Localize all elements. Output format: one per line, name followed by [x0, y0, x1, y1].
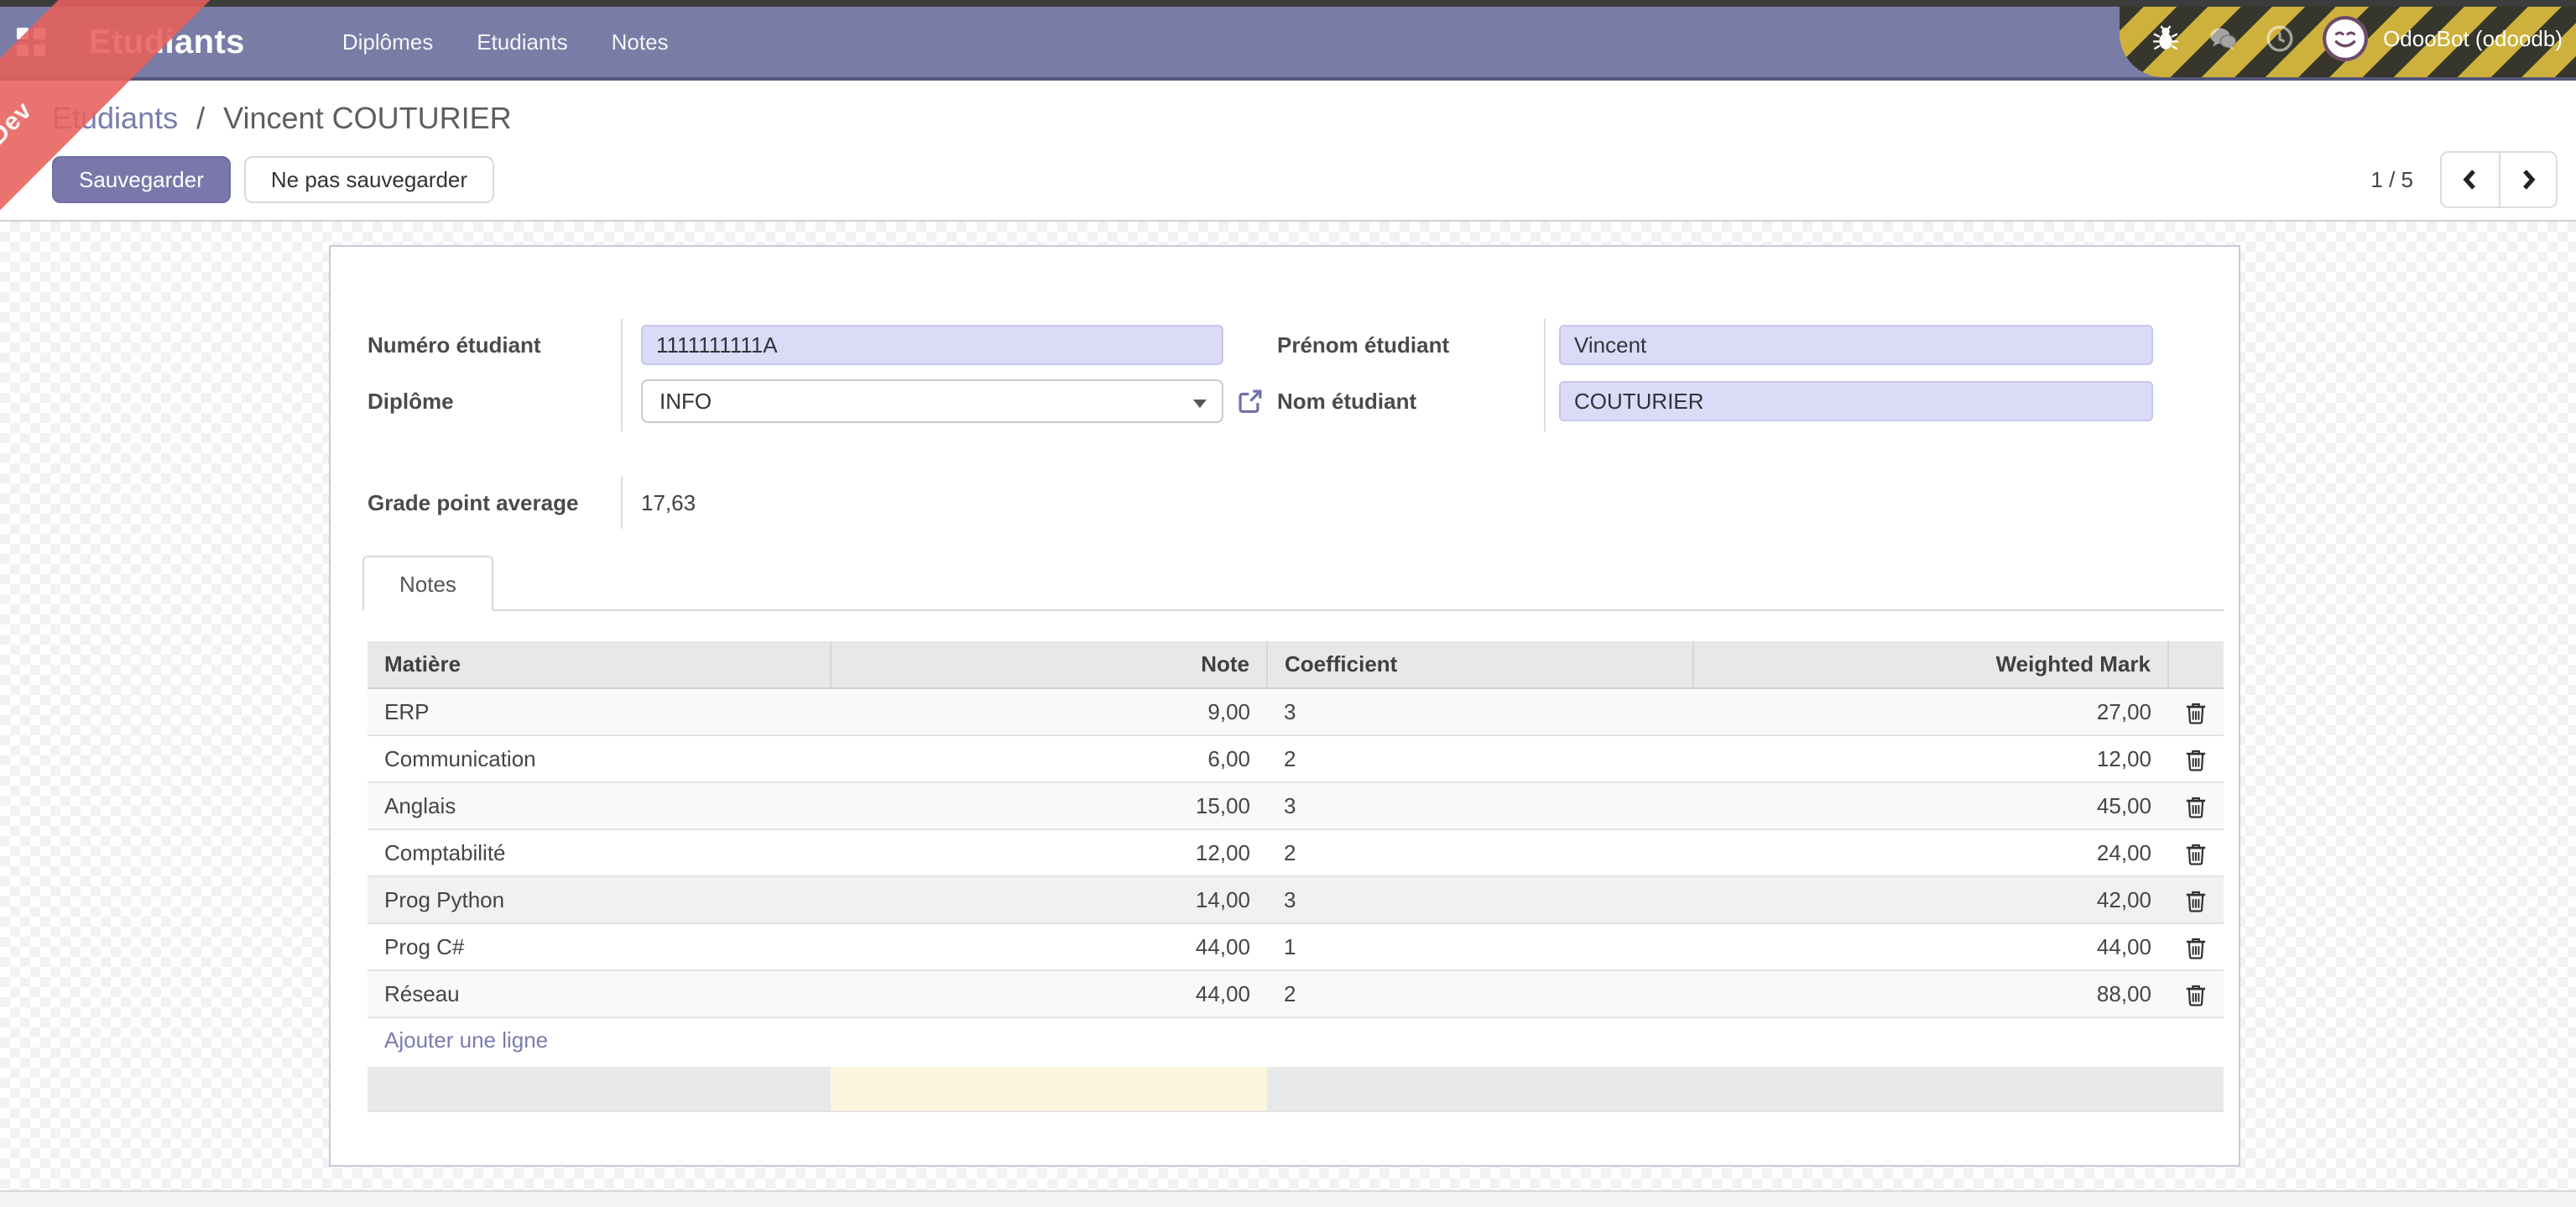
prenom-etudiant-label: Prénom étudiant — [1277, 332, 1450, 358]
cell-matiere[interactable]: Comptabilité — [368, 829, 831, 877]
cell-weighted-mark: 24,00 — [1693, 829, 2168, 877]
cell-note[interactable]: 44,00 — [831, 923, 1267, 971]
table-row: Prog C# 44,00 1 44,00 — [368, 923, 2224, 971]
breadcrumb-current: Vincent COUTURIER — [223, 101, 512, 135]
cell-weighted-mark: 42,00 — [1693, 876, 2168, 924]
cell-note[interactable]: 12,00 — [831, 829, 1267, 877]
bug-icon[interactable] — [2151, 24, 2180, 53]
nom-etudiant-label: Nom étudiant — [1277, 388, 1417, 414]
trash-icon[interactable] — [2185, 702, 2207, 725]
cell-coefficient[interactable]: 3 — [1267, 688, 1693, 736]
gpa-value: 17,63 — [621, 477, 2224, 529]
cell-weighted-mark: 88,00 — [1693, 970, 2168, 1018]
notebook-tabs: Notes — [362, 556, 2224, 611]
column-header-matiere[interactable]: Matière — [368, 641, 832, 689]
nav-item-etudiants[interactable]: Etudiants — [477, 29, 567, 55]
add-line-link[interactable]: Ajouter une ligne — [368, 1017, 2224, 1064]
column-header-actions — [2168, 641, 2224, 689]
user-menu[interactable]: OdooBot (odoodb) — [2383, 26, 2563, 52]
column-header-coefficient[interactable]: Coefficient — [1267, 641, 1694, 689]
trash-icon[interactable] — [2185, 796, 2207, 819]
gpa-label: Grade point average — [368, 489, 579, 515]
bottom-panel-edge — [0, 1190, 2576, 1207]
cell-matiere[interactable]: Prog Python — [368, 876, 831, 924]
activities-clock-icon[interactable] — [2266, 24, 2294, 53]
cell-note[interactable]: 9,00 — [831, 688, 1267, 736]
note-sum-cell — [831, 1062, 1267, 1112]
cell-matiere[interactable]: Communication — [368, 735, 831, 783]
messages-icon[interactable] — [2208, 24, 2237, 53]
nav-menu: Diplômes Etudiants Notes — [342, 29, 669, 55]
cell-coefficient[interactable]: 2 — [1267, 970, 1693, 1018]
app-window: Etudiants Diplômes Etudiants Notes — [0, 0, 2576, 1207]
internal-link-icon[interactable] — [1236, 387, 1265, 415]
diplome-label: Diplôme — [368, 388, 454, 414]
breadcrumb-separator: / — [196, 101, 206, 135]
cell-weighted-mark: 45,00 — [1693, 782, 2168, 830]
chevron-left-icon — [2463, 170, 2475, 190]
gpa-row: Grade point average 17,63 — [368, 477, 2224, 529]
cell-weighted-mark: 12,00 — [1693, 735, 2168, 783]
caret-down-icon — [1193, 400, 1207, 408]
trash-icon[interactable] — [2185, 843, 2207, 866]
cell-note[interactable]: 14,00 — [831, 876, 1267, 924]
table-row: ERP 9,00 3 27,00 — [368, 688, 2224, 736]
cell-coefficient[interactable]: 3 — [1267, 782, 1693, 830]
notes-table: Matière Note Coefficient Weighted Mark E… — [368, 641, 2224, 1112]
save-button[interactable]: Sauvegarder — [52, 156, 231, 203]
column-header-weighted-mark[interactable]: Weighted Mark — [1693, 641, 2169, 689]
diplome-selected-value: INFO — [660, 388, 712, 414]
numero-etudiant-label: Numéro étudiant — [368, 332, 541, 358]
form-view-background: Numéro étudiant Prénom étudiant Diplôme … — [0, 222, 2576, 1207]
aggregate-footer-row — [368, 1062, 2224, 1112]
control-panel: Etudiants / Vincent COUTURIER Sauvegarde… — [0, 81, 2576, 222]
column-header-note[interactable]: Note — [831, 641, 1268, 689]
cell-coefficient[interactable]: 2 — [1267, 735, 1693, 783]
cell-note[interactable]: 15,00 — [831, 782, 1267, 830]
user-avatar[interactable] — [2323, 16, 2369, 61]
table-row: Communication 6,00 2 12,00 — [368, 735, 2224, 783]
nav-item-notes[interactable]: Notes — [612, 29, 669, 55]
field-group: Numéro étudiant Prénom étudiant Diplôme … — [368, 319, 2224, 431]
trash-icon[interactable] — [2185, 749, 2207, 772]
trash-icon[interactable] — [2185, 984, 2207, 1007]
systray: OdooBot (odoodb) — [2151, 0, 2563, 77]
numero-etudiant-input[interactable] — [641, 325, 1223, 365]
table-row: Réseau 44,00 2 88,00 — [368, 970, 2224, 1018]
pager-value: 1 / 5 — [2370, 166, 2413, 192]
form-sheet: Numéro étudiant Prénom étudiant Diplôme … — [329, 245, 2240, 1167]
nom-etudiant-input[interactable] — [1559, 381, 2153, 421]
prenom-etudiant-input[interactable] — [1559, 325, 2153, 365]
pager-next-button[interactable] — [2499, 153, 2556, 206]
tab-notes[interactable]: Notes — [362, 556, 493, 611]
cell-coefficient[interactable]: 2 — [1267, 829, 1693, 877]
breadcrumb: Etudiants / Vincent COUTURIER — [52, 101, 2558, 136]
diplome-select[interactable]: INFO — [641, 379, 1223, 423]
table-row: Prog Python 14,00 3 42,00 — [368, 876, 2224, 924]
nav-item-diplomes[interactable]: Diplômes — [342, 29, 433, 55]
trash-icon[interactable] — [2185, 890, 2207, 913]
cell-coefficient[interactable]: 1 — [1267, 923, 1693, 971]
table-row: Anglais 15,00 3 45,00 — [368, 782, 2224, 830]
cell-coefficient[interactable]: 3 — [1267, 876, 1693, 924]
table-header-row: Matière Note Coefficient Weighted Mark — [368, 641, 2224, 689]
cell-weighted-mark: 27,00 — [1693, 688, 2168, 736]
cell-matiere[interactable]: Anglais — [368, 782, 831, 830]
add-line-row: Ajouter une ligne — [368, 1017, 2224, 1064]
trash-icon[interactable] — [2185, 937, 2207, 960]
cell-weighted-mark: 44,00 — [1693, 923, 2168, 971]
pager: 1 / 5 — [2370, 151, 2558, 208]
cell-matiere[interactable]: Réseau — [368, 970, 831, 1018]
table-row: Comptabilité 12,00 2 24,00 — [368, 829, 2224, 877]
chevron-right-icon — [2523, 170, 2536, 190]
cell-note[interactable]: 44,00 — [831, 970, 1267, 1018]
cell-note[interactable]: 6,00 — [831, 735, 1267, 783]
top-strip — [0, 0, 2576, 7]
cell-matiere[interactable]: Prog C# — [368, 923, 831, 971]
cell-matiere[interactable]: ERP — [368, 688, 831, 736]
pager-previous-button[interactable] — [2442, 153, 2499, 206]
discard-button[interactable]: Ne pas sauvegarder — [243, 156, 495, 203]
